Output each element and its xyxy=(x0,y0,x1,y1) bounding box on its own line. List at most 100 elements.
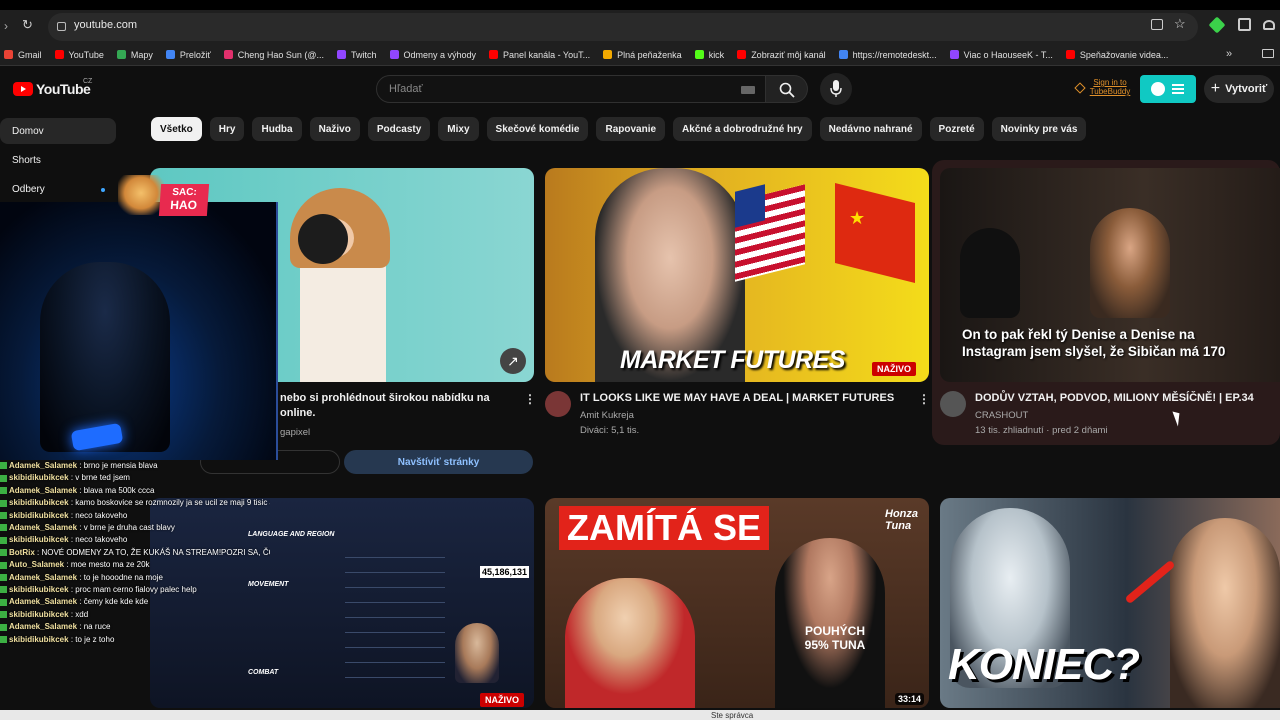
host-figure xyxy=(960,228,1020,318)
chat-badge-icon xyxy=(0,574,7,582)
search-input[interactable]: Hľadať xyxy=(376,75,766,103)
voice-search-button[interactable] xyxy=(820,73,852,105)
filter-chip[interactable]: Podcasty xyxy=(367,117,431,141)
video-title[interactable]: DODŮV VZTAH, PODVOD, MILIONY MĚSÍČNĚ! | … xyxy=(975,391,1275,406)
chat-badge-icon xyxy=(0,623,7,631)
bookmark-item[interactable]: Cheng Hao Sun (@... xyxy=(223,50,324,60)
bookmark-item[interactable]: Twitch xyxy=(336,50,377,60)
video-thumbnail-crashout[interactable]: On to pak řekl tý Denise a Denise na Ins… xyxy=(940,168,1280,382)
sidebar-item-domov[interactable]: Domov xyxy=(0,118,116,144)
profile-icon[interactable] xyxy=(1263,20,1275,30)
settings-rows xyxy=(345,543,445,683)
filter-chip[interactable]: Hudba xyxy=(252,117,302,141)
plus-icon: + xyxy=(1210,80,1221,97)
video-thumbnail-zamita-se[interactable]: ZAMÍTÁ SE Honza Tuna POUHÝCH 95% TUNA 33… xyxy=(545,498,929,708)
site-info-icon[interactable] xyxy=(57,22,66,31)
extensions-puzzle-icon[interactable] xyxy=(1238,18,1251,31)
chat-badge-icon xyxy=(0,536,7,544)
bookmark-label: Zobraziť môj kanál xyxy=(751,49,826,60)
us-flag-canton xyxy=(735,184,765,228)
create-label: Vytvoriť xyxy=(1225,83,1268,95)
external-link-icon[interactable]: ↗ xyxy=(500,348,526,374)
filter-chip[interactable]: Akčné a dobrodružné hry xyxy=(673,117,812,141)
tubebuddy-menu-icon xyxy=(1172,84,1184,86)
chat-message: Adamek_Salamek : na ruce xyxy=(0,621,270,633)
sidebar-item-label: Odbery xyxy=(12,184,45,195)
sidebar-item-shorts[interactable]: Shorts xyxy=(0,147,116,173)
bookmark-item[interactable]: Speňažovanie videa... xyxy=(1065,50,1168,60)
sidebar-item-odbery[interactable]: Odbery xyxy=(0,176,116,202)
filter-chip[interactable]: Naživo xyxy=(309,117,360,141)
red-arrow-icon xyxy=(1124,559,1176,605)
youtube-logo-icon[interactable] xyxy=(13,82,33,96)
chat-badge-icon xyxy=(0,586,7,594)
video-thumbnail-koniec[interactable]: KONIEC? xyxy=(940,498,1280,708)
bookmark-item[interactable]: Mapy xyxy=(116,50,153,60)
create-button[interactable]: + Vytvoriť xyxy=(1204,75,1274,103)
bookmark-label: Plná peňaženka xyxy=(617,49,682,60)
filter-chip[interactable]: Rapovanie xyxy=(596,117,666,141)
ad-more-icon[interactable]: ⋮ xyxy=(524,392,536,406)
chat-username: skibidikubikcek xyxy=(9,535,69,545)
bookmark-item[interactable]: Gmail xyxy=(4,50,42,60)
reload-icon[interactable]: ↻ xyxy=(22,17,33,33)
bookmark-item[interactable]: kick xyxy=(694,50,724,60)
tubebuddy-button[interactable] xyxy=(1140,75,1196,103)
filter-chip[interactable]: Hry xyxy=(209,117,245,141)
channel-avatar[interactable] xyxy=(545,391,571,417)
visit-site-button[interactable]: Navštíviť stránky xyxy=(344,450,533,474)
extension-icon[interactable] xyxy=(1208,16,1226,34)
bookmark-favicon-icon xyxy=(223,50,233,59)
stream-chat-overlay: Adamek_Salamek : brno je mensia blava ski… xyxy=(0,460,270,720)
more-bookmarks-icon[interactable]: » xyxy=(1226,48,1232,60)
channel-name[interactable]: Amit Kukreja xyxy=(580,408,634,423)
bookmark-item[interactable]: Viac o HaouseeK - T... xyxy=(949,50,1053,60)
filter-chip[interactable]: Skečové komédie xyxy=(486,117,589,141)
chat-message: Adamek_Salamek : blava ma 500k ccca xyxy=(0,485,270,497)
chat-text: xdd xyxy=(75,609,89,619)
filter-chip[interactable]: Všetko xyxy=(151,117,202,141)
address-bar[interactable]: youtube.com ☆ xyxy=(48,13,1198,41)
bookmark-item[interactable]: Odmeny a výhody xyxy=(389,49,477,60)
install-app-icon[interactable] xyxy=(1151,19,1163,30)
search-button[interactable] xyxy=(766,75,808,103)
ad-channel[interactable]: gapixel xyxy=(280,425,310,440)
bookmark-star-icon[interactable]: ☆ xyxy=(1174,16,1186,32)
bookmark-item[interactable]: Preložiť xyxy=(165,50,211,60)
browser-tab-strip xyxy=(0,0,1280,10)
bookmark-item[interactable]: https://remotedeskt... xyxy=(838,50,937,60)
video-stats: Diváci: 5,1 tis. xyxy=(580,425,640,436)
filter-chip[interactable]: Nedávno nahrané xyxy=(819,117,922,141)
channel-avatar[interactable] xyxy=(940,391,966,417)
video-title[interactable]: IT LOOKS LIKE WE MAY HAVE A DEAL | MARKE… xyxy=(580,391,910,406)
keyboard-icon[interactable] xyxy=(741,86,755,94)
chat-badge-icon xyxy=(0,487,7,495)
tubebuddy-sign-in-link[interactable]: Sign in to TubeBuddy xyxy=(1078,78,1142,96)
ad-title[interactable]: nebo si prohlédnout širokou nabídku na o… xyxy=(280,391,500,421)
bookmark-favicon-icon xyxy=(165,50,175,59)
tubebuddy-logo-icon xyxy=(1151,82,1165,96)
bookmark-label: Odmeny a výhody xyxy=(403,49,477,60)
bookmark-item[interactable]: YouTube xyxy=(54,50,104,60)
chat-separator: : xyxy=(64,560,71,570)
bookmark-item[interactable]: Plná peňaženka xyxy=(603,50,682,60)
video-more-icon[interactable]: ⋮ xyxy=(918,392,930,406)
video-stats: 13 tis. zhliadnutí · pred 2 dňami xyxy=(975,425,1108,436)
filter-chip[interactable]: Pozreté xyxy=(929,117,984,141)
bookmark-item[interactable]: Zobraziť môj kanál xyxy=(737,49,826,60)
chat-separator: : xyxy=(77,597,84,607)
all-bookmarks-folder-icon[interactable] xyxy=(1262,49,1274,58)
bookmark-item[interactable]: Panel kanála - YouT... xyxy=(489,50,590,60)
browser-toolbar: › ↻ youtube.com ☆ xyxy=(0,10,1280,44)
channel-name[interactable]: CRASHOUT xyxy=(975,408,1028,423)
filter-chip[interactable]: Novinky pre vás xyxy=(991,117,1087,141)
video-thumbnail-market-futures[interactable]: ★ MARKET FUTURES NAŽIVO xyxy=(545,168,929,382)
chat-message: skibidikubikcek : xdd xyxy=(0,609,270,621)
filter-chip[interactable]: Mixy xyxy=(438,117,479,141)
new-content-dot xyxy=(101,188,105,192)
chat-username: Adamek_Salamek xyxy=(9,597,78,607)
thumbnail-caption: On to pak řekl tý Denise a Denise na Ins… xyxy=(962,327,1226,359)
chat-message: skibidikubikcek : v brne ted jsem xyxy=(0,472,270,484)
back-icon[interactable]: › xyxy=(4,19,8,33)
chat-username: skibidikubikcek xyxy=(9,634,69,644)
